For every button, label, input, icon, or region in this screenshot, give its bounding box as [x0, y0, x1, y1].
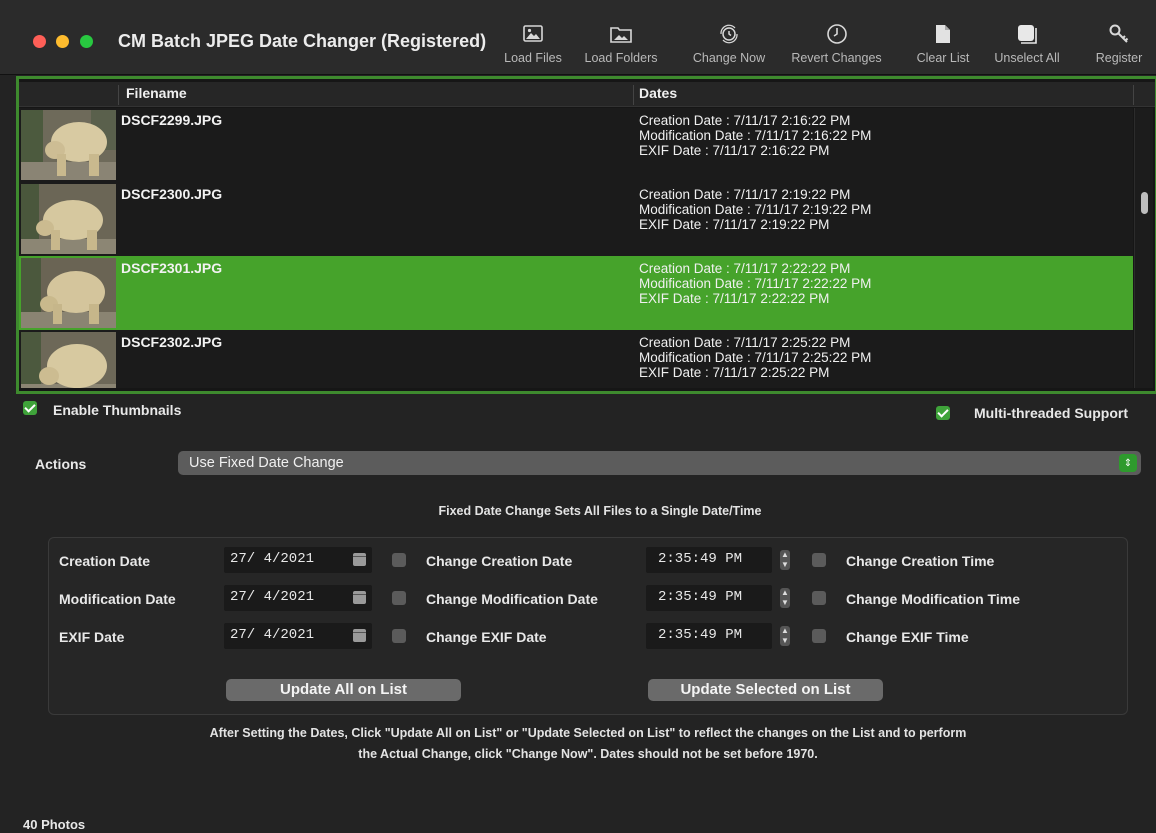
change-modification-date-label: Change Modification Date: [426, 591, 598, 607]
change-modification-time-label: Change Modification Time: [846, 591, 1020, 607]
table-row[interactable]: DSCF2302.JPG Creation Date : 7/11/17 2:2…: [19, 330, 1133, 388]
file-list-table[interactable]: Filename Dates DSCF2299.JPG Creation Dat…: [16, 76, 1156, 394]
update-all-button[interactable]: Update All on List: [226, 679, 461, 701]
modification-time-field[interactable]: 2:35:49 PM: [646, 585, 772, 611]
change-modification-date-checkbox[interactable]: [392, 591, 406, 605]
change-creation-date-label: Change Creation Date: [426, 553, 573, 569]
change-creation-date-checkbox[interactable]: [392, 553, 406, 567]
photo-thumbnail: [21, 184, 116, 254]
clock-refresh-icon: [718, 22, 740, 46]
multithreaded-label: Multi-threaded Support: [974, 405, 1128, 421]
enable-thumbnails-checkbox[interactable]: [23, 401, 37, 415]
document-icon: [932, 22, 954, 46]
change-now-button[interactable]: Change Now: [690, 22, 768, 68]
dates-cell: Creation Date : 7/11/17 2:22:22 PM Modif…: [639, 261, 872, 306]
filename: DSCF2301.JPG: [121, 260, 223, 276]
table-row[interactable]: DSCF2300.JPG Creation Date : 7/11/17 2:1…: [19, 182, 1133, 256]
calendar-icon[interactable]: [353, 629, 366, 642]
actions-select[interactable]: Use Fixed Date Change ⇕: [178, 451, 1141, 475]
calendar-icon[interactable]: [353, 553, 366, 566]
zoom-window-button[interactable]: [80, 35, 93, 48]
vertical-scrollbar[interactable]: [1134, 108, 1153, 388]
square-stack-icon: [1016, 22, 1038, 46]
exif-time-field[interactable]: 2:35:49 PM: [646, 623, 772, 649]
toolbar: CM Batch JPEG Date Changer (Registered) …: [0, 0, 1156, 75]
image-icon: [522, 22, 544, 46]
photo-thumbnail: [21, 258, 116, 328]
modification-date-label: Modification Date: [59, 591, 176, 607]
fixed-description: Fixed Date Change Sets All Files to a Si…: [438, 504, 762, 518]
column-header-filename[interactable]: Filename: [126, 85, 187, 101]
photo-thumbnail: [21, 110, 116, 180]
dates-cell: Creation Date : 7/11/17 2:16:22 PM Modif…: [639, 113, 872, 158]
photo-thumbnail: [21, 332, 116, 388]
exif-date-label: EXIF Date: [59, 629, 125, 645]
creation-date-label: Creation Date: [59, 553, 151, 569]
window-title: CM Batch JPEG Date Changer (Registered): [118, 31, 487, 51]
change-exif-time-label: Change EXIF Time: [846, 629, 969, 645]
filename: DSCF2300.JPG: [121, 186, 223, 202]
load-files-button[interactable]: Load Files: [502, 22, 564, 68]
load-folders-button[interactable]: Load Folders: [581, 22, 661, 68]
close-window-button[interactable]: [33, 35, 46, 48]
modification-date-field[interactable]: 27/ 4/2021: [224, 585, 372, 611]
app-window: CM Batch JPEG Date Changer (Registered) …: [0, 0, 1156, 833]
key-icon: [1108, 22, 1130, 46]
multithreaded-checkbox[interactable]: [936, 406, 950, 420]
creation-time-field[interactable]: 2:35:49 PM: [646, 547, 772, 573]
chevron-updown-icon: ⇕: [1119, 454, 1137, 472]
change-exif-date-checkbox[interactable]: [392, 629, 406, 643]
modification-time-stepper[interactable]: ▲ ▼: [780, 588, 790, 608]
register-button[interactable]: Register: [1093, 22, 1145, 68]
dates-cell: Creation Date : 7/11/17 2:25:22 PM Modif…: [639, 335, 872, 380]
creation-date-field[interactable]: 27/ 4/2021: [224, 547, 372, 573]
column-header-dates[interactable]: Dates: [639, 85, 677, 101]
update-selected-button[interactable]: Update Selected on List: [648, 679, 883, 701]
clear-list-button[interactable]: Clear List: [913, 22, 973, 68]
dates-cell: Creation Date : 7/11/17 2:19:22 PM Modif…: [639, 187, 872, 232]
creation-time-stepper[interactable]: ▲ ▼: [780, 550, 790, 570]
enable-thumbnails-label: Enable Thumbnails: [53, 402, 182, 418]
exif-time-stepper[interactable]: ▲ ▼: [780, 626, 790, 646]
calendar-icon[interactable]: [353, 591, 366, 604]
actions-label: Actions: [35, 456, 87, 472]
filename: DSCF2302.JPG: [121, 334, 223, 350]
exif-date-field[interactable]: 27/ 4/2021: [224, 623, 372, 649]
change-modification-time-checkbox[interactable]: [812, 591, 826, 605]
change-exif-date-label: Change EXIF Date: [426, 629, 547, 645]
fixed-date-group: Creation Date 27/ 4/2021 Change Creation…: [48, 537, 1128, 715]
table-row-selected[interactable]: DSCF2301.JPG Creation Date : 7/11/17 2:2…: [19, 256, 1133, 330]
scrollbar-thumb[interactable]: [1141, 192, 1148, 214]
instructions-line-1: After Setting the Dates, Click "Update A…: [209, 726, 967, 740]
table-row[interactable]: DSCF2299.JPG Creation Date : 7/11/17 2:1…: [19, 108, 1133, 182]
photo-count: 40 Photos: [23, 817, 86, 832]
change-creation-time-checkbox[interactable]: [812, 553, 826, 567]
unselect-all-button[interactable]: Unselect All: [990, 22, 1064, 68]
filename: DSCF2299.JPG: [121, 112, 223, 128]
table-rows: DSCF2299.JPG Creation Date : 7/11/17 2:1…: [19, 108, 1133, 388]
change-creation-time-label: Change Creation Time: [846, 553, 995, 569]
revert-changes-button[interactable]: Revert Changes: [787, 22, 886, 68]
instructions-line-2: the Actual Change, click "Change Now". D…: [358, 747, 818, 761]
clock-icon: [826, 22, 848, 46]
folder-image-icon: [610, 22, 632, 46]
table-header: Filename Dates: [19, 82, 1155, 107]
minimize-window-button[interactable]: [56, 35, 69, 48]
change-exif-time-checkbox[interactable]: [812, 629, 826, 643]
